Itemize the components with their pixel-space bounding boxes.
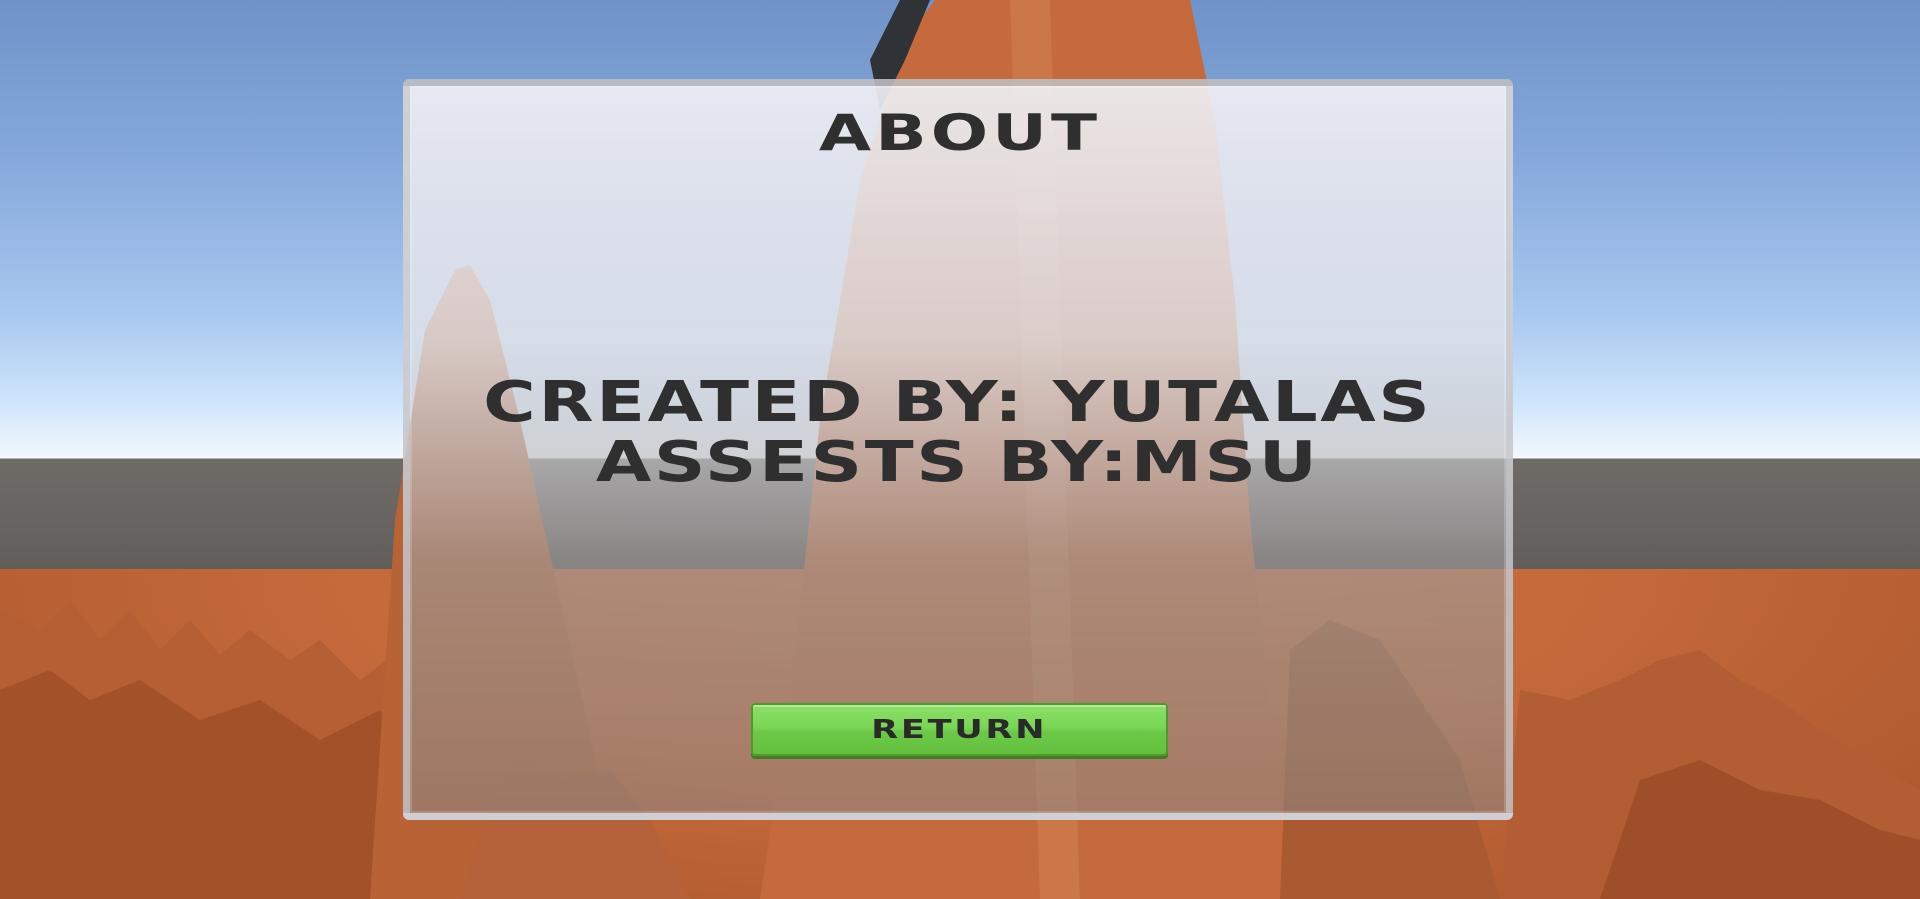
credits-created-by-text: CREATED BY: YUTALAS [483,370,1433,435]
return-button[interactable]: RETURN [751,703,1168,756]
return-button-label: RETURN [871,714,1048,745]
about-title: ABOUT [818,104,1102,162]
credits-assets-by-text: ASSESTS BY:MSU [596,430,1320,495]
credits-created-by: CREATED BY: YUTALAS [403,373,1513,433]
credits-assets-by: ASSESTS BY:MSU [403,433,1513,493]
game-scene-background: ABOUT CREATED BY: YUTALAS ASSESTS BY:MSU… [0,0,1920,899]
